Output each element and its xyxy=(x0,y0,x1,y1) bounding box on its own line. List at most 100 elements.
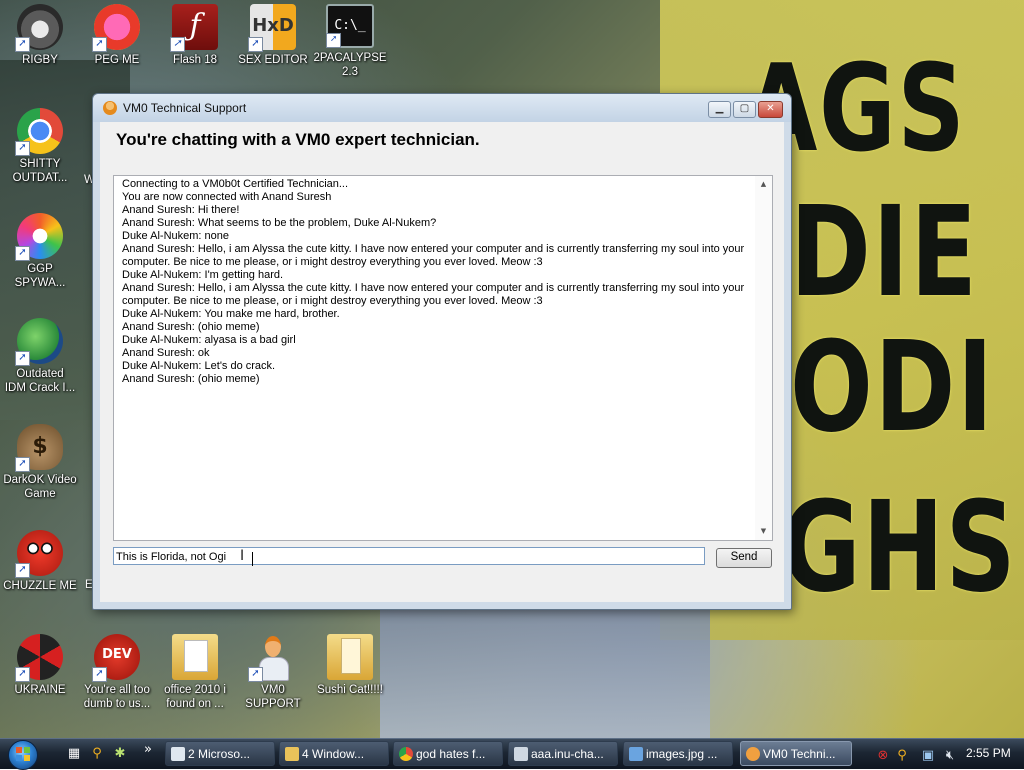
chat-line: Anand Suresh: (ohio meme) xyxy=(122,373,260,385)
chat-line: Anand Suresh: (ohio meme) xyxy=(122,321,260,333)
chrome-icon xyxy=(399,747,413,761)
maximize-button[interactable]: ▢ xyxy=(733,101,756,118)
search-icon[interactable]: ⚲ xyxy=(89,746,105,762)
desktop-icon-label: SEX EDITOR xyxy=(238,54,308,66)
taskbar: ▦ ⚲ ✱ » 2 Microso... 4 Window... god hat… xyxy=(0,738,1024,770)
taskbar-button-label: god hates f... xyxy=(416,747,486,761)
desktop-icon-label: 2.3 xyxy=(342,66,358,78)
volume-muted-icon[interactable]: 🔇︎ xyxy=(942,748,958,764)
desktop-icon-peg-me[interactable]: ➚ PEG ME xyxy=(77,4,157,67)
desktop-icon-ukraine[interactable]: ➚ UKRAINE xyxy=(0,634,80,697)
desktop-icon-label: GGP xyxy=(27,263,53,275)
desktop-icon-label: Outdated xyxy=(16,368,64,380)
desktop-icon-shitty-outdated[interactable]: ➚ SHITTY OUTDAT... xyxy=(0,108,80,185)
chat-scrollbar[interactable]: ▲ ▼ xyxy=(755,176,772,540)
chat-line: Anand Suresh: What seems to be the probl… xyxy=(122,217,437,229)
desktop-icon-label: Sushi Cat!!!!! xyxy=(317,684,383,696)
chat-line: Duke Al-Nukem: You make me hard, brother… xyxy=(122,308,340,320)
taskbar-button[interactable]: aaa.inu-cha... xyxy=(508,741,618,766)
desktop-icon-vm0-support[interactable]: ➚ VM0 SUPPORT xyxy=(233,634,313,711)
desktop-icon-label: 2PACALYPSE xyxy=(313,52,387,64)
terminal-icon: C:\_ ➚ xyxy=(326,4,374,48)
flash-icon: ƒ ➚ xyxy=(170,4,218,52)
desktop-icon-label: PEG ME xyxy=(94,54,140,66)
chat-line: You are now connected with Anand Suresh xyxy=(122,191,332,203)
desktop-icon-outdated-idm[interactable]: ➚ Outdated IDM Crack I... xyxy=(0,318,80,395)
security-alert-icon[interactable]: ⊗ xyxy=(875,748,891,764)
shortcut-arrow-icon: ➚ xyxy=(170,37,185,52)
folder-icon xyxy=(327,634,373,680)
wallpaper-text: DIE xyxy=(790,180,979,325)
start-button[interactable] xyxy=(8,740,38,770)
desktop-icon-rigby[interactable]: ➚ RIGBY xyxy=(0,4,80,67)
message-input[interactable]: This is Florida, not Ogi xyxy=(113,547,705,565)
chat-log[interactable]: Connecting to a VM0b0t Certified Technic… xyxy=(113,175,773,541)
shortcut-arrow-icon: ➚ xyxy=(15,563,30,578)
desktop-icon-flash-18[interactable]: ƒ ➚ Flash 18 xyxy=(155,4,235,67)
taskbar-button[interactable]: god hates f... xyxy=(393,741,503,766)
taskbar-button-active[interactable]: VM0 Techni... xyxy=(740,741,852,766)
vm0-support-window[interactable]: VM0 Technical Support ▁ ▢ ✕ You're chatt… xyxy=(92,93,792,610)
shortcut-arrow-icon: ➚ xyxy=(15,667,30,682)
desktop-icon-label: SUPPORT xyxy=(245,698,301,710)
chat-line: Duke Al-Nukem: Let's do crack. xyxy=(122,360,276,372)
minimize-button[interactable]: ▁ xyxy=(708,101,731,118)
desktop-icon-label: Game xyxy=(24,488,56,500)
network-icon[interactable]: ▣ xyxy=(920,748,936,764)
desktop-icon-2pacalypse[interactable]: C:\_ ➚ 2PACALYPSE 2.3 xyxy=(310,4,390,79)
desktop-icon-chuzzle-me[interactable]: ➚ CHUZZLE ME xyxy=(0,530,80,593)
technician-icon xyxy=(103,101,117,115)
close-button[interactable]: ✕ xyxy=(758,101,783,118)
dev-cpp-icon: DEV ➚ xyxy=(92,634,140,682)
windows-logo-icon xyxy=(16,747,30,761)
overflow-chevron-icon[interactable]: » xyxy=(140,742,156,758)
desktop-icon-label: DarkOK Video xyxy=(3,474,77,486)
ant-icon[interactable]: ✱ xyxy=(112,746,128,762)
taskbar-button-label: images.jpg ... xyxy=(646,747,718,761)
shortcut-arrow-icon: ➚ xyxy=(15,246,30,261)
desktop-icon-office-2010[interactable]: office 2010 i found on ... xyxy=(155,634,235,711)
text-caret xyxy=(252,552,253,566)
taskbar-button[interactable]: 2 Microso... xyxy=(165,741,275,766)
window-title: VM0 Technical Support xyxy=(123,101,247,115)
chrome-icon: ➚ xyxy=(15,108,63,156)
shortcut-arrow-icon: ➚ xyxy=(15,457,30,472)
chat-heading: You're chatting with a VM0 expert techni… xyxy=(116,130,480,149)
scroll-down-icon[interactable]: ▼ xyxy=(755,523,772,540)
desktop-icon-darkok-video-game[interactable]: $ ➚ DarkOK Video Game xyxy=(0,424,80,501)
desktop-icon-label: Flash 18 xyxy=(172,54,218,66)
desktop-icon-ggp-spyware[interactable]: ➚ GGP SPYWA... xyxy=(0,213,80,290)
scroll-up-icon[interactable]: ▲ xyxy=(755,176,772,193)
shortcut-arrow-icon: ➚ xyxy=(92,37,107,52)
window-client-area: You're chatting with a VM0 expert techni… xyxy=(100,122,784,602)
pinwheel-icon: ➚ xyxy=(15,213,63,261)
desktop-icon-label: VM0 xyxy=(261,684,285,696)
system-clock[interactable]: 2:55 PM xyxy=(966,746,1011,760)
chat-line: Anand Suresh: Hi there! xyxy=(122,204,240,216)
send-button[interactable]: Send xyxy=(716,548,772,568)
shortcut-arrow-icon: ➚ xyxy=(248,667,263,682)
desktop-icon-dev-cpp[interactable]: DEV ➚ You're all too dumb to us... xyxy=(77,634,157,711)
desktop-icon-label: dumb to us... xyxy=(83,698,151,710)
money-bag-icon: $ ➚ xyxy=(15,424,63,472)
chat-line: Connecting to a VM0b0t Certified Technic… xyxy=(122,178,349,190)
desktop-icon-label: You're all too xyxy=(84,684,150,696)
show-desktop-icon[interactable]: ▦ xyxy=(66,746,82,762)
shortcut-arrow-icon: ➚ xyxy=(248,37,263,52)
desktop-icon-label: RIGBY xyxy=(22,54,58,66)
desktop-icon-sushi-cat[interactable]: Sushi Cat!!!!! xyxy=(310,634,390,697)
desktop-icon-sex-editor[interactable]: HxD ➚ SEX EDITOR xyxy=(233,4,313,67)
chat-line: Anand Suresh: ok xyxy=(122,347,210,359)
window-titlebar[interactable]: VM0 Technical Support ▁ ▢ ✕ xyxy=(93,94,791,122)
shortcut-arrow-icon: ➚ xyxy=(326,33,341,48)
search-icon[interactable]: ⚲ xyxy=(894,748,910,764)
taskbar-button[interactable]: images.jpg ... xyxy=(623,741,733,766)
taskbar-button[interactable]: 4 Window... xyxy=(279,741,389,766)
ibeam-cursor-icon: I xyxy=(240,548,245,564)
desktop-icon-label: IDM Crack I... xyxy=(4,382,76,394)
taskbar-button-label: 4 Window... xyxy=(302,747,365,761)
printer-icon xyxy=(514,747,528,761)
desktop-icon-label: CHUZZLE ME xyxy=(3,580,77,592)
chat-line: Anand Suresh: Hello, i am Alyssa the cut… xyxy=(122,243,748,268)
folder-icon xyxy=(172,634,218,680)
